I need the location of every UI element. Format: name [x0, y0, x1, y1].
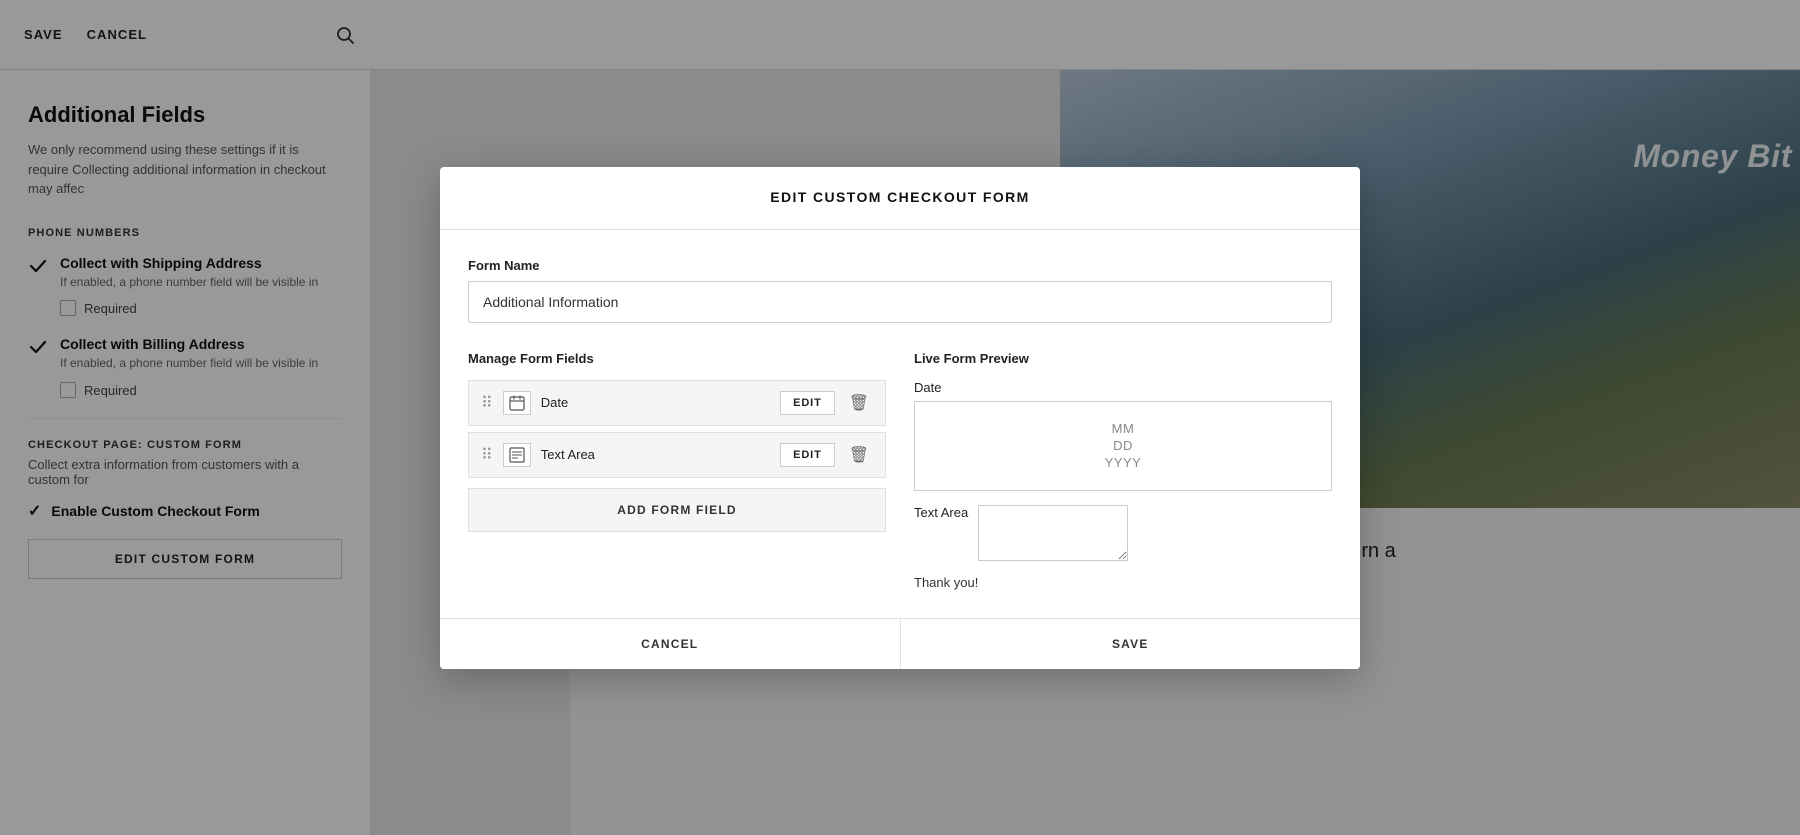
form-fields-row: Manage Form Fields ⠿: [468, 351, 1332, 590]
preview-date-dd: DD: [1113, 438, 1133, 453]
add-form-field-button[interactable]: ADD FORM FIELD: [468, 488, 886, 532]
manage-fields-col: Manage Form Fields ⠿: [468, 351, 886, 590]
modal-save-button[interactable]: SAVE: [901, 619, 1361, 669]
live-preview-title: Live Form Preview: [914, 351, 1332, 366]
textarea-icon: [509, 447, 525, 463]
date-field-icon: [503, 391, 531, 415]
date-delete-button[interactable]: 🗑: [845, 393, 873, 413]
drag-handle-textarea[interactable]: ⠿: [481, 445, 493, 465]
modal-cancel-button[interactable]: CANCEL: [440, 619, 901, 669]
field-row-textarea: ⠿ Text Area EDIT 🗑: [468, 432, 886, 478]
field-row-date: ⠿ Date EDIT 🗑: [468, 380, 886, 426]
manage-fields-title: Manage Form Fields: [468, 351, 886, 366]
preview-thank-you: Thank you!: [914, 575, 1332, 590]
modal-overlay: EDIT CUSTOM CHECKOUT FORM Form Name Mana…: [0, 0, 1800, 835]
preview-textarea[interactable]: [978, 505, 1128, 561]
live-preview-col: Live Form Preview Date MM DD YYYY Text A…: [914, 351, 1332, 590]
preview-date-mm: MM: [1112, 421, 1135, 436]
modal-footer: CANCEL SAVE: [440, 618, 1360, 669]
preview-date-yyyy: YYYY: [1105, 455, 1142, 470]
modal-header: EDIT CUSTOM CHECKOUT FORM: [440, 167, 1360, 230]
modal-body: Form Name Manage Form Fields ⠿: [440, 230, 1360, 618]
preview-date-box: MM DD YYYY: [914, 401, 1332, 491]
date-field-name: Date: [541, 395, 770, 410]
modal-title: EDIT CUSTOM CHECKOUT FORM: [770, 189, 1030, 205]
calendar-icon: [509, 395, 525, 411]
date-edit-button[interactable]: EDIT: [780, 391, 835, 415]
textarea-delete-button[interactable]: 🗑: [845, 445, 873, 465]
form-name-label: Form Name: [468, 258, 1332, 273]
textarea-field-name: Text Area: [541, 447, 770, 462]
form-name-section: Form Name: [468, 258, 1332, 323]
preview-date-label: Date: [914, 380, 1332, 395]
form-name-input[interactable]: [468, 281, 1332, 323]
textarea-field-icon: [503, 443, 531, 467]
edit-custom-checkout-modal: EDIT CUSTOM CHECKOUT FORM Form Name Mana…: [440, 167, 1360, 669]
textarea-edit-button[interactable]: EDIT: [780, 443, 835, 467]
drag-handle-date[interactable]: ⠿: [481, 393, 493, 413]
preview-textarea-row: Text Area: [914, 505, 1332, 561]
preview-textarea-label: Text Area: [914, 505, 968, 520]
